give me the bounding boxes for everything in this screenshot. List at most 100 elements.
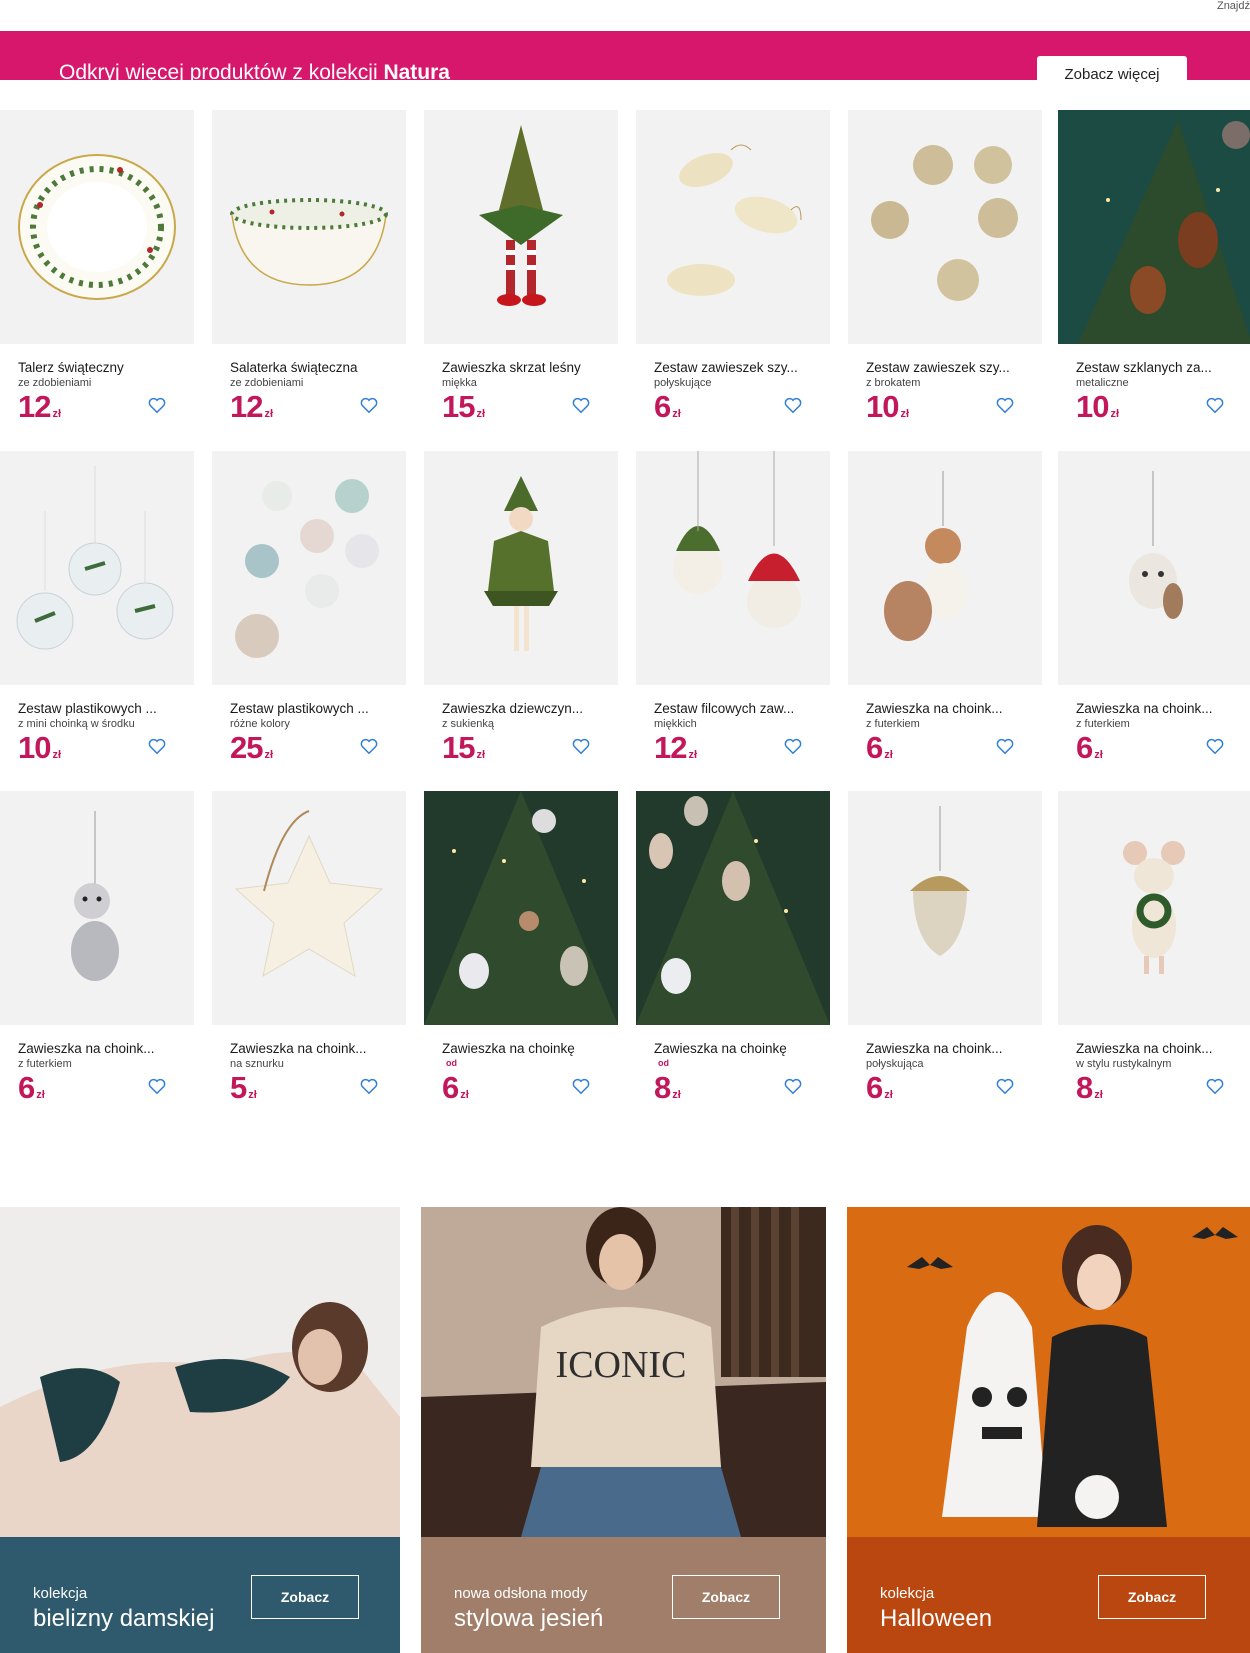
product-name[interactable]: Zawieszka na choinkę [442,1041,607,1056]
see-more-button[interactable]: Zobacz więcej [1037,56,1187,92]
product-name[interactable]: Zestaw zawieszek szy... [866,360,1031,375]
heart-icon[interactable] [148,1078,166,1095]
banner-brand: Natura [383,61,450,84]
product-image[interactable] [212,451,406,685]
product-name[interactable]: Zestaw plastikowych ... [18,701,183,716]
product-card[interactable]: Zawieszka dziewczyn... z sukienką 15 zł [424,451,618,781]
product-image[interactable] [636,110,830,344]
product-card[interactable]: Zawieszka na choink... na sznurku 5 zł [212,791,406,1121]
product-price: 6 zł [442,1070,469,1105]
product-card[interactable]: Zawieszka na choink... połyskująca 6 zł [848,791,1042,1121]
product-card[interactable]: Zestaw szklanych za... metaliczne 10 zł [1058,110,1250,440]
clear-baubles-image [16,466,174,650]
product-card[interactable]: Zawieszka na choinkę od 6 zł [424,791,618,1121]
product-name[interactable]: Zawieszka dziewczyn... [442,701,607,716]
product-image[interactable] [1058,110,1250,344]
product-name[interactable]: Salaterka świąteczna [230,360,395,375]
tree-mice-image [636,791,830,1025]
heart-icon[interactable] [360,738,378,755]
product-card[interactable]: Zestaw filcowych zaw... miękkich 12 zł [636,451,830,781]
promo-title: bielizny damskiej [33,1605,215,1632]
heart-icon[interactable] [996,1078,1014,1095]
product-image[interactable] [424,110,618,344]
product-image[interactable] [848,451,1042,685]
product-image[interactable] [212,110,406,344]
heart-icon[interactable] [148,738,166,755]
product-name[interactable]: Zawieszka na choink... [866,701,1031,716]
product-card[interactable]: Salaterka świąteczna ze zdobieniami 12 zł [212,110,406,440]
promo-see-button[interactable]: Zobacz [672,1575,780,1619]
heart-icon[interactable] [784,1078,802,1095]
product-subtitle: z futerkiem [866,718,920,730]
product-image[interactable] [424,451,618,685]
tree-squirrel-image [1058,110,1250,344]
heart-icon[interactable] [784,397,802,414]
product-name[interactable]: Zawieszka na choinkę [654,1041,819,1056]
product-price: 25 zł [230,730,274,765]
product-card[interactable]: Zawieszka skrzat leśny miękka 15 zł [424,110,618,440]
product-card[interactable]: Zestaw zawieszek szy... połyskujące 6 zł [636,110,830,440]
product-name[interactable]: Zawieszka na choink... [1076,701,1241,716]
promo-tile-halloween[interactable]: kolekcja Halloween Zobacz [847,1207,1250,1653]
product-card[interactable]: Zestaw plastikowych ... różne kolory 25 z… [212,451,406,781]
product-name[interactable]: Zawieszka na choink... [230,1041,395,1056]
product-name[interactable]: Zawieszka na choink... [18,1041,183,1056]
product-image[interactable] [1058,791,1250,1025]
product-name[interactable]: Zawieszka na choink... [1076,1041,1241,1056]
heart-icon[interactable] [572,1078,590,1095]
heart-icon[interactable] [360,397,378,414]
product-card[interactable]: Zawieszka na choink... z futerkiem 6 zł [0,791,194,1121]
product-name[interactable]: Zawieszka skrzat leśny [442,360,607,375]
lingerie-photo[interactable] [0,1207,400,1537]
price-from-label: od [446,1058,457,1068]
product-subtitle: miękkich [654,718,697,730]
product-name[interactable]: Talerz świąteczny [18,360,183,375]
squirrel-ornament-image [884,471,968,641]
product-name[interactable]: Zestaw plastikowych ... [230,701,395,716]
gnome-ornament-image [479,125,563,306]
product-image[interactable] [1058,451,1250,685]
product-image[interactable] [848,791,1042,1025]
product-card[interactable]: Zawieszka na choink... w stylu rustykaln… [1058,791,1250,1121]
product-card[interactable]: Zestaw zawieszek szy... z brokatem 10 zł [848,110,1042,440]
promo-footer: kolekcja bielizny damskiej Zobacz [0,1537,400,1653]
product-image[interactable] [636,451,830,685]
heart-icon[interactable] [1206,738,1224,755]
heart-icon[interactable] [1206,1078,1224,1095]
promo-see-button[interactable]: Zobacz [251,1575,359,1619]
heart-icon[interactable] [360,1078,378,1095]
product-card[interactable]: Zawieszka na choink... z futerkiem 6 zł [848,451,1042,781]
halloween-photo[interactable] [847,1207,1250,1537]
heart-icon[interactable] [996,397,1014,414]
heart-icon[interactable] [1206,397,1224,414]
heart-icon[interactable] [148,397,166,414]
product-image[interactable] [424,791,618,1025]
product-price: 5 zł [230,1070,257,1105]
product-name[interactable]: Zestaw zawieszek szy... [654,360,819,375]
promo-see-button[interactable]: Zobacz [1098,1575,1206,1619]
product-name[interactable]: Zestaw filcowych zaw... [654,701,819,716]
product-image[interactable] [0,791,194,1025]
product-subtitle: miękka [442,377,477,389]
promo-tile-lingerie[interactable]: kolekcja bielizny damskiej Zobacz [0,1207,400,1653]
product-card[interactable]: Zawieszka na choink... z futerkiem 6 zł [1058,451,1250,781]
product-image[interactable] [0,451,194,685]
product-image[interactable] [848,110,1042,344]
promo-kicker: kolekcja [880,1585,935,1602]
top-corner-text[interactable]: Znajdź [1217,0,1250,12]
autumn-fashion-photo[interactable]: ICONIC [421,1207,826,1537]
heart-icon[interactable] [572,738,590,755]
product-name[interactable]: Zawieszka na choink... [866,1041,1031,1056]
product-image[interactable] [0,110,194,344]
product-card[interactable]: Zestaw plastikowych ... z mini choinką w… [0,451,194,781]
plate-image [18,154,176,300]
heart-icon[interactable] [572,397,590,414]
promo-tile-autumn[interactable]: ICONIC nowa odsłona mody stylowa jesień … [421,1207,826,1653]
product-card[interactable]: Talerz świąteczny ze zdobieniami 12 zł [0,110,194,440]
heart-icon[interactable] [996,738,1014,755]
product-image[interactable] [636,791,830,1025]
product-name[interactable]: Zestaw szklanych za... [1076,360,1241,375]
product-card[interactable]: Zawieszka na choinkę od 8 zł [636,791,830,1121]
product-image[interactable] [212,791,406,1025]
heart-icon[interactable] [784,738,802,755]
